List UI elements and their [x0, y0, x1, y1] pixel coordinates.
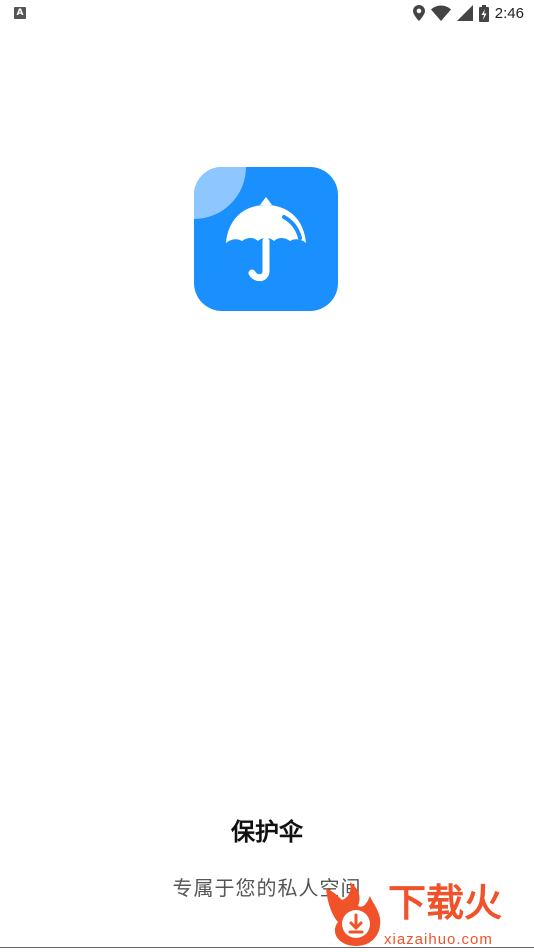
clock-time: 2:46 — [494, 4, 524, 22]
notification-badge: A — [14, 7, 26, 19]
battery-icon — [478, 4, 489, 22]
wifi-icon — [430, 5, 451, 21]
watermark-text: 下载火 — [388, 881, 502, 925]
status-bar: A 2:46 — [0, 0, 534, 26]
watermark-logo: 下载火 xiazaihuo.com — [318, 860, 534, 948]
signal-icon — [456, 5, 473, 21]
flame-logo-icon: 下载火 xiazaihuo.com — [326, 881, 502, 948]
watermark-url: xiazaihuo.com — [384, 931, 493, 948]
app-logo — [194, 167, 338, 311]
bottom-divider — [0, 947, 534, 948]
status-icons: 2:46 — [412, 2, 524, 24]
location-icon — [412, 5, 425, 21]
app-name: 保护伞 — [231, 818, 303, 846]
umbrella-icon — [194, 167, 306, 282]
